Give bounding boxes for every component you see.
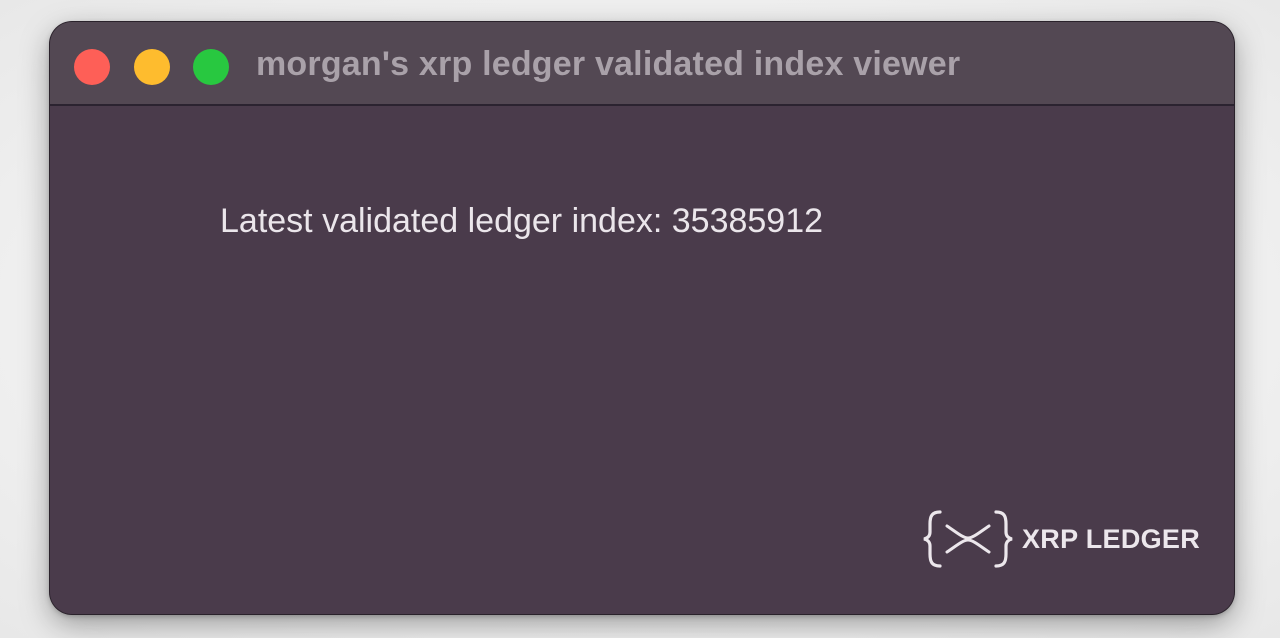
- window-title: morgan's xrp ledger validated index view…: [256, 45, 961, 83]
- xrp-ledger-logo-icon: [923, 510, 1013, 568]
- xrp-ledger-logo-text: XRP LEDGER: [1022, 523, 1201, 554]
- window-content: Latest validated ledger index: 35385912 …: [50, 106, 1234, 614]
- latest-ledger-index-text: Latest validated ledger index: 35385912: [220, 202, 823, 241]
- ledger-index-label: Latest validated ledger index:: [220, 202, 663, 240]
- close-window-button[interactable]: [74, 49, 110, 85]
- window-titlebar[interactable]: morgan's xrp ledger validated index view…: [50, 22, 1234, 106]
- app-window: morgan's xrp ledger validated index view…: [50, 22, 1234, 614]
- ledger-index-value: 35385912: [671, 202, 824, 240]
- xrp-ledger-logo: XRP LEDGER: [922, 504, 1200, 574]
- minimize-window-button[interactable]: [134, 49, 170, 85]
- desktop-background: morgan's xrp ledger validated index view…: [0, 0, 1280, 638]
- maximize-window-button[interactable]: [193, 49, 229, 85]
